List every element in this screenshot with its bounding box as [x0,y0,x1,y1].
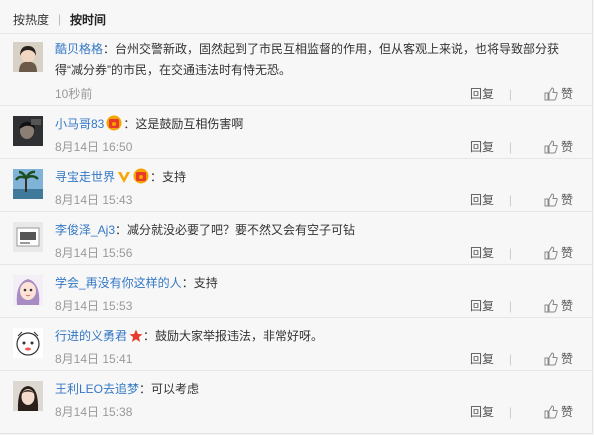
action-divider: | [508,140,512,154]
like-button[interactable]: 赞 [544,352,573,366]
like-label: 赞 [560,405,573,419]
comment-username[interactable]: 酷贝格格 [55,42,103,56]
comment-time: 10秒前 [55,87,93,101]
like-label: 赞 [560,299,573,313]
comment-content: ：台州交警新政，固然起到了市民互相监督的作用，但从客观上来说，也将导致部分获得“… [55,42,560,77]
comment-username[interactable]: 王利LEO去追梦 [55,382,139,396]
default-avatar-icon[interactable] [13,222,43,252]
comment-text-block: 酷贝格格：台州交警新政，固然起到了市民互相监督的作用，但从客观上来说，也将导致部… [55,39,573,81]
reply-button[interactable]: 回复 [470,140,494,154]
like-button[interactable]: 赞 [544,299,573,313]
thumbs-up-icon [544,193,558,207]
thumbs-up-icon [544,140,558,154]
reply-button[interactable]: 回复 [470,87,494,101]
comment-text-block: 王利LEO去追梦：可以考虑 [55,379,573,400]
comment-item: 李俊泽_Aj3：减分就没必要了吧？要不然又会有空子可钻 8月14日 15:56 … [0,212,593,265]
comment-content: ：支持 [181,276,218,290]
cartoon-girl-avatar-icon[interactable] [13,275,43,305]
comment-content: ：支持 [150,170,187,184]
sort-by-time-tab[interactable]: 按时间 [70,13,106,27]
thumbs-up-icon [544,299,558,313]
cartoon-face-avatar-icon[interactable] [13,328,43,358]
comment-username[interactable]: 学会_再没有你这样的人 [55,276,182,290]
comment-username[interactable]: 寻宝走世界 [55,170,115,184]
action-divider: | [508,87,512,101]
like-button[interactable]: 赞 [544,87,573,101]
action-divider: | [508,193,512,207]
reply-button[interactable]: 回复 [470,299,494,313]
thumbs-up-icon [544,87,558,101]
comment-time: 8月14日 15:43 [55,193,133,207]
comment-item: 小马哥83 ：这是鼓励互相伤害啊 8月14日 16:50 回复 | 赞 [0,106,593,159]
comment-username[interactable]: 小马哥83 [55,117,104,131]
comment-content: ：鼓励大家举报违法，非常好呀。 [143,329,324,343]
reply-button[interactable]: 回复 [470,352,494,366]
action-divider: | [508,246,512,260]
thumbs-up-icon [544,405,558,419]
comment-item: 寻宝走世界 ：支持 8月14日 15:43 回复 | 赞 [0,159,593,212]
comment-time: 8月14日 15:38 [55,405,133,419]
comment-item: 酷贝格格：台州交警新政，固然起到了市民互相监督的作用，但从客观上来说，也将导致部… [0,34,593,106]
red-envelope-badge-icon[interactable] [106,115,123,138]
reply-button[interactable]: 回复 [470,193,494,207]
like-button[interactable]: 赞 [544,405,573,419]
like-button[interactable]: 赞 [544,193,573,207]
comment-time: 8月14日 15:56 [55,246,133,260]
sort-bar: 按热度 | 按时间 [0,0,593,34]
comment-time: 8月14日 15:41 [55,352,133,366]
girl-avatar-icon[interactable] [13,381,43,411]
sort-by-hot-tab[interactable]: 按热度 [13,13,49,27]
comment-content: ：可以考虑 [139,382,200,396]
red-envelope-badge-icon[interactable] [133,168,150,191]
comment-username[interactable]: 李俊泽_Aj3 [55,223,115,237]
like-label: 赞 [560,246,573,260]
woman-avatar-icon[interactable] [13,42,43,72]
action-divider: | [508,405,512,419]
like-button[interactable]: 赞 [544,140,573,154]
comment-item: 王利LEO去追梦：可以考虑 8月14日 15:38 回复 | 赞 [0,371,593,431]
comment-content: ：减分就没必要了吧？要不然又会有空子可钻 [115,223,356,237]
comment-text-block: 李俊泽_Aj3：减分就没必要了吧？要不然又会有空子可钻 [55,220,573,241]
like-label: 赞 [560,140,573,154]
star-badge-icon[interactable] [129,329,143,350]
like-label: 赞 [560,193,573,207]
man-avatar-icon[interactable] [13,116,43,146]
comment-item: 行进的义勇君 ：鼓励大家举报违法，非常好呀。 8月14日 15:41 回复 | 赞 [0,318,593,371]
thumbs-up-icon [544,246,558,260]
sort-separator: | [58,12,62,26]
like-button[interactable]: 赞 [544,246,573,260]
comment-time: 8月14日 16:50 [55,140,133,154]
comment-time: 8月14日 15:53 [55,299,133,313]
action-divider: | [508,352,512,366]
thumbs-up-icon [544,352,558,366]
like-label: 赞 [560,87,573,101]
reply-button[interactable]: 回复 [470,246,494,260]
comment-text-block: 小马哥83 ：这是鼓励互相伤害啊 [55,114,573,138]
comment-username[interactable]: 行进的义勇君 [55,329,127,343]
verified-v-icon[interactable] [117,170,131,191]
comment-item: 学会_再没有你这样的人：支持 8月14日 15:53 回复 | 赞 [0,265,593,318]
action-divider: | [508,299,512,313]
comment-text-block: 行进的义勇君 ：鼓励大家举报违法，非常好呀。 [55,326,573,350]
like-label: 赞 [560,352,573,366]
comment-text-block: 学会_再没有你这样的人：支持 [55,273,573,294]
comment-content: ：这是鼓励互相伤害啊 [123,117,244,131]
reply-button[interactable]: 回复 [470,405,494,419]
palm-tree-avatar-icon[interactable] [13,169,43,199]
comment-text-block: 寻宝走世界 ：支持 [55,167,573,191]
